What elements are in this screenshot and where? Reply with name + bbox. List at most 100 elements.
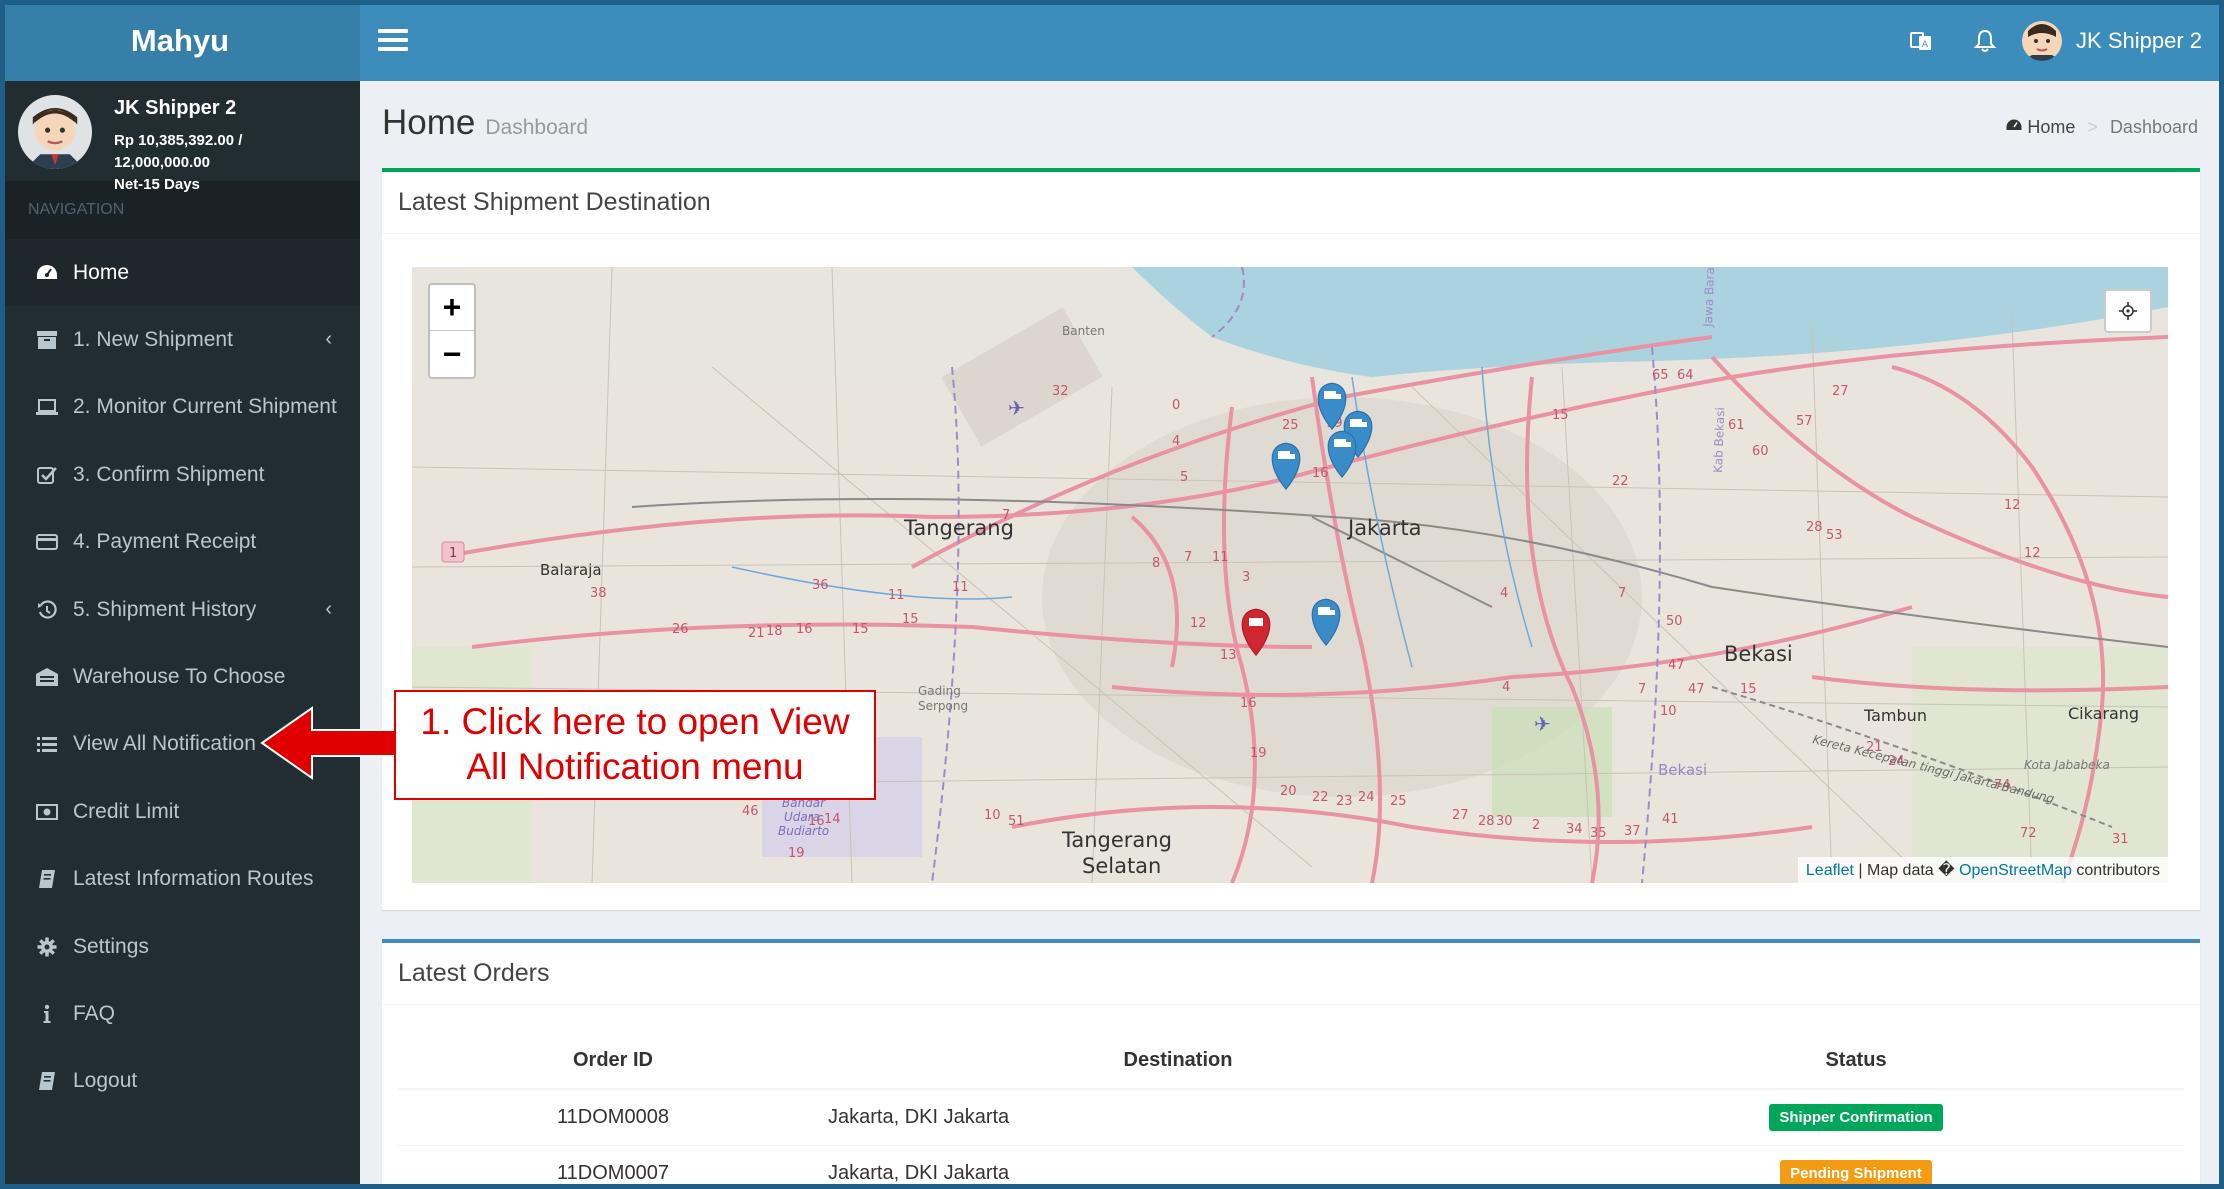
sidebar-item-faq[interactable]: FAQ [0,980,360,1047]
svg-text:47: 47 [1668,658,1685,673]
language-icon[interactable]: A [1904,24,1938,58]
svg-text:Bekasi: Bekasi [1658,761,1707,779]
page-title: Home Dashboard [382,103,589,142]
svg-text:2: 2 [1532,818,1540,833]
svg-text:28: 28 [1478,814,1495,829]
sidebar-item-settings[interactable]: Settings [0,913,360,980]
svg-text:25: 25 [1282,418,1299,433]
svg-text:16: 16 [1240,696,1257,711]
annotation-callout: 1. Click here to open View All Notificat… [394,690,876,800]
locate-icon[interactable] [2104,289,2152,333]
sidebar-item-label: FAQ [73,1001,116,1025]
status-badge: Shipper Confirmation [1769,1103,1943,1131]
sidebar-item-label: View All Notification [73,732,256,756]
map-label-jakarta: Jakarta [1346,516,1421,540]
leaflet-link[interactable]: Leaflet [1806,862,1854,879]
svg-text:37: 37 [1624,824,1641,839]
credit-balance: Rp 10,385,392.00 / 12,000,000.00 [114,132,243,171]
openstreetmap-link[interactable]: OpenStreetMap [1959,862,2072,879]
svg-text:12: 12 [1190,616,1207,631]
svg-text:✈: ✈ [1008,396,1025,420]
svg-text:15: 15 [1740,682,1757,697]
svg-text:Kota Jababeka: Kota Jababeka [2024,758,2110,772]
zoom-in-button[interactable]: + [430,285,474,331]
svg-text:28: 28 [1806,520,1823,535]
zoom-out-button[interactable]: − [430,331,474,377]
credit-card-icon [35,531,59,553]
breadcrumb-home-link[interactable]: Home [2027,117,2075,138]
user-menu[interactable]: JK Shipper 2 [2022,18,2202,64]
svg-text:4: 4 [1172,434,1180,449]
sidebar-item-label: Latest Information Routes [73,867,314,891]
table-header-row: Order ID Destination Status [398,1033,2184,1090]
svg-text:65: 65 [1652,368,1669,383]
order-destination: Jakarta, DKI Jakarta [828,1088,1528,1145]
sidebar-item-new-shipment[interactable]: 1. New Shipment ‹ [0,306,360,373]
svg-text:16: 16 [1312,466,1329,481]
content-wrapper: Home Dashboard Home > Dashboard Latest Sh… [360,81,2224,1189]
sidebar-item-credit-limit[interactable]: Credit Limit [0,778,360,845]
info-icon [35,1003,59,1025]
box-title: Latest Shipment Destination [382,172,2200,234]
svg-text:19: 19 [1250,746,1267,761]
map-label-balaraja: Balaraja [540,561,602,579]
archive-icon [35,329,59,351]
dashboard-icon [35,262,59,284]
sidebar-item-shipment-history[interactable]: 5. Shipment History ‹ [0,576,360,643]
order-destination: Jakarta, DKI Jakarta [828,1144,1528,1189]
money-icon [35,801,59,823]
svg-text:47: 47 [1688,682,1705,697]
history-icon [35,599,59,621]
sidebar-item-home[interactable]: Home [0,239,360,307]
sidebar-item-warehouse[interactable]: Warehouse To Choose [0,643,360,710]
user-name: JK Shipper 2 [114,97,237,119]
svg-text:Serpong: Serpong [918,699,968,713]
svg-text:34: 34 [1566,822,1583,837]
svg-text:20: 20 [1280,784,1297,799]
svg-text:27: 27 [1452,808,1469,823]
svg-text:53: 53 [1826,528,1843,543]
svg-text:26: 26 [672,622,689,637]
svg-text:57: 57 [1796,414,1813,429]
top-username: JK Shipper 2 [2076,28,2202,53]
sidebar-toggle-icon[interactable] [378,24,408,56]
svg-text:10: 10 [984,808,1001,823]
sidebar-item-confirm-shipment[interactable]: 3. Confirm Shipment [0,441,360,508]
avatar [2022,21,2063,61]
svg-text:27: 27 [1832,384,1849,399]
svg-text:11: 11 [888,588,905,603]
order-id-link[interactable]: 11DOM0008 [398,1088,828,1145]
svg-text:22: 22 [1612,474,1629,489]
svg-text:31: 31 [2112,832,2129,847]
svg-text:Kab Bekasi: Kab Bekasi [1711,407,1727,473]
column-header-destination: Destination [828,1033,1528,1090]
gear-icon [35,936,59,958]
sidebar-item-label: 5. Shipment History [73,597,257,621]
list-icon [35,733,59,755]
svg-text:50: 50 [1666,614,1683,629]
svg-text:1: 1 [449,546,457,561]
svg-text:41: 41 [1662,812,1679,827]
bell-icon[interactable] [1968,24,2002,58]
svg-text:24: 24 [1358,790,1375,805]
svg-text:7: 7 [1184,550,1192,565]
svg-text:15: 15 [1552,408,1569,423]
avatar [18,95,92,169]
map-label-tangerang: Tangerang [903,516,1014,540]
map-label-tambun: Tambun [1863,706,1927,725]
svg-text:Udara: Udara [784,810,820,824]
svg-text:Budiarto: Budiarto [778,824,829,838]
sidebar-item-monitor-shipment[interactable]: 2. Monitor Current Shipment [0,374,360,441]
sidebar-item-latest-information-routes[interactable]: Latest Information Routes [0,846,360,913]
sidebar-item-label: 1. New Shipment [73,328,233,352]
sidebar-item-logout[interactable]: Logout [0,1048,360,1115]
svg-text:30: 30 [1496,814,1513,829]
svg-text:10: 10 [1660,704,1677,719]
sidebar-item-label: Settings [73,934,149,958]
svg-text:0: 0 [1172,398,1180,413]
sidebar-item-label: 2. Monitor Current Shipment [73,395,337,419]
sidebar-item-payment-receipt[interactable]: 4. Payment Receipt [0,509,360,576]
order-id-link[interactable]: 11DOM0007 [398,1144,828,1189]
brand-logo[interactable]: Mahyu [0,0,360,81]
svg-text:18: 18 [766,624,783,639]
